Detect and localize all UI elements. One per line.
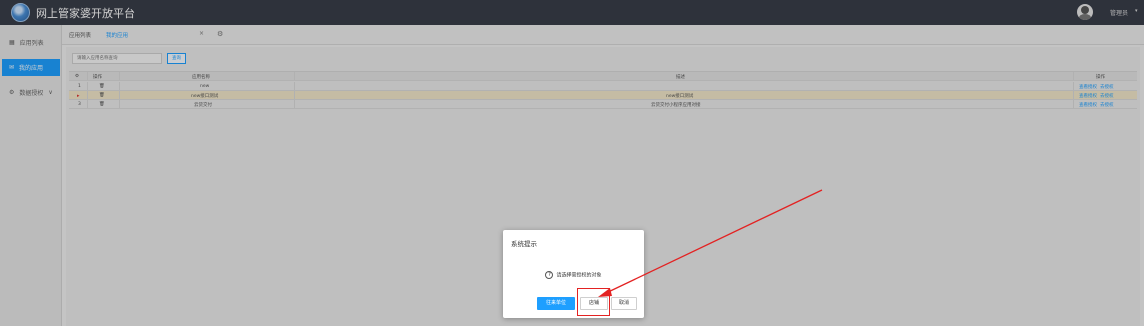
annotation-arrow (598, 189, 823, 297)
